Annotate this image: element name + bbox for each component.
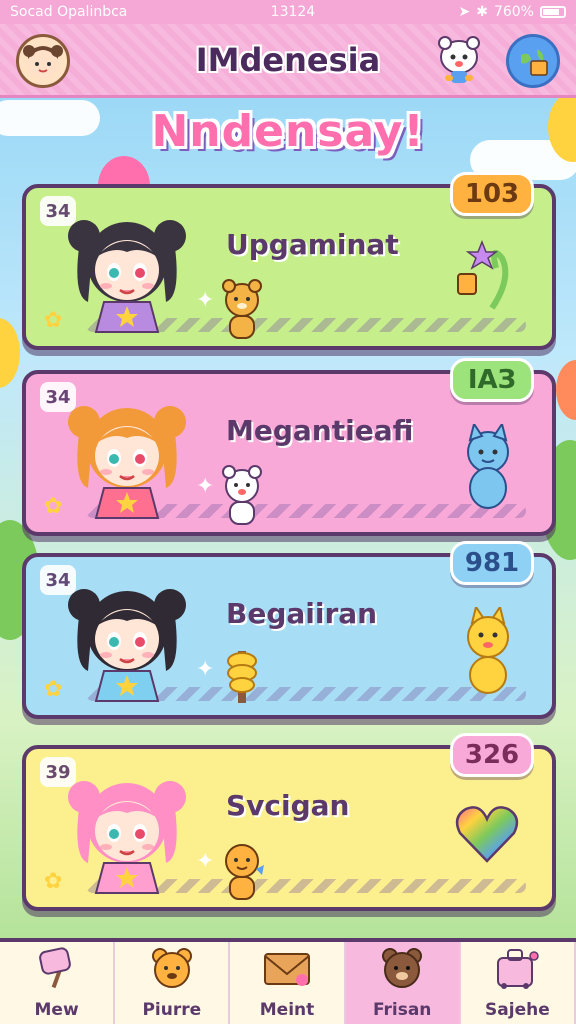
nav-label: Frisan — [372, 1000, 432, 1020]
nav-label: Meint — [259, 1000, 315, 1020]
white-bear-icon — [216, 464, 268, 538]
mascot-icon[interactable] — [432, 34, 486, 88]
sparkle-icon: ✦ — [196, 474, 215, 499]
score-badge: 103 — [450, 172, 534, 216]
flower-icon: ✿ — [44, 869, 63, 894]
envelope-icon — [262, 946, 312, 1000]
profile-avatar-icon[interactable] — [16, 34, 70, 88]
rank-badge: 39 — [40, 757, 76, 787]
rank-badge: 34 — [40, 565, 76, 595]
lollipop-icon — [35, 946, 79, 1000]
carrier-label: Socad Opalinbca — [10, 4, 128, 20]
location-icon: ➤ — [458, 4, 471, 20]
magic-wand-icon — [452, 238, 522, 331]
sparkle-icon: ✦ — [196, 849, 215, 874]
ranking-card[interactable]: 34 Upgaminat 103 ✦ ✿ — [22, 172, 556, 352]
orange-pet-icon — [216, 839, 268, 913]
nav-label: Sajehe — [485, 1000, 550, 1020]
suitcase-icon — [492, 946, 542, 1000]
app-title: IMdenesia — [195, 40, 381, 79]
flower-icon: ✿ — [44, 308, 63, 333]
sparkle-icon: ✦ — [196, 288, 215, 313]
nav-item-sajehe[interactable]: Sajehe — [461, 942, 576, 1024]
ranking-card[interactable]: 34 Megantieafi IAЗ ✦ ✿ — [22, 358, 556, 538]
status-icons: ➤ ✱ 760% — [458, 4, 566, 20]
rank-badge: 34 — [40, 196, 76, 226]
rainbow-heart-icon — [452, 799, 522, 882]
nav-label: Mew — [34, 1000, 79, 1020]
character-name: Svcigan — [226, 789, 350, 822]
ranking-card[interactable]: 39 Svcigan 326 ✦ ✿ — [22, 733, 556, 913]
blue-cat-icon — [452, 421, 522, 527]
flower-icon: ✿ — [44, 494, 63, 519]
flower-icon: ✿ — [44, 677, 63, 702]
sparkle-icon: ✦ — [196, 657, 215, 682]
teddy-bear-icon — [216, 278, 268, 352]
bottom-nav: Mew Piurre Meint Frisan Sajehe — [0, 938, 576, 1024]
balloon-decoration — [0, 318, 20, 388]
nav-item-piurre[interactable]: Piurre — [115, 942, 231, 1024]
nav-item-meint[interactable]: Meint — [230, 942, 346, 1024]
honey-dipper-icon — [216, 647, 268, 721]
yellow-cat-icon — [452, 604, 522, 710]
ranking-card[interactable]: 34 Begaiiran 981 ✦ ✿ — [22, 541, 556, 721]
app-header: IMdenesia — [0, 24, 576, 98]
battery-percent: 760% — [493, 4, 534, 20]
nav-item-frisan[interactable]: Frisan — [345, 942, 461, 1024]
nav-label: Piurre — [142, 1000, 202, 1020]
character-avatar — [62, 206, 192, 336]
battery-icon — [539, 6, 566, 18]
bear-face-icon — [150, 946, 194, 1000]
balloon-decoration — [556, 360, 576, 420]
score-badge: 981 — [450, 541, 534, 585]
score-badge: 326 — [450, 733, 534, 777]
character-name: Upgaminat — [226, 228, 399, 261]
status-bar: Socad Opalinbca 13124 ➤ ✱ 760% — [0, 0, 576, 24]
globe-shop-icon[interactable] — [506, 34, 560, 88]
score-badge: IAЗ — [450, 358, 534, 402]
event-banner: Nndensay! — [151, 106, 425, 157]
rank-badge: 34 — [40, 382, 76, 412]
character-name: Begaiiran — [226, 597, 378, 630]
nav-item-mew[interactable]: Mew — [0, 942, 116, 1024]
bear-brown-icon — [380, 946, 424, 1000]
character-name: Megantieafi — [226, 414, 414, 447]
bluetooth-icon: ✱ — [476, 4, 488, 20]
clock: 13124 — [270, 4, 316, 20]
character-avatar — [62, 575, 192, 705]
character-avatar — [62, 392, 192, 522]
character-avatar — [62, 767, 192, 897]
